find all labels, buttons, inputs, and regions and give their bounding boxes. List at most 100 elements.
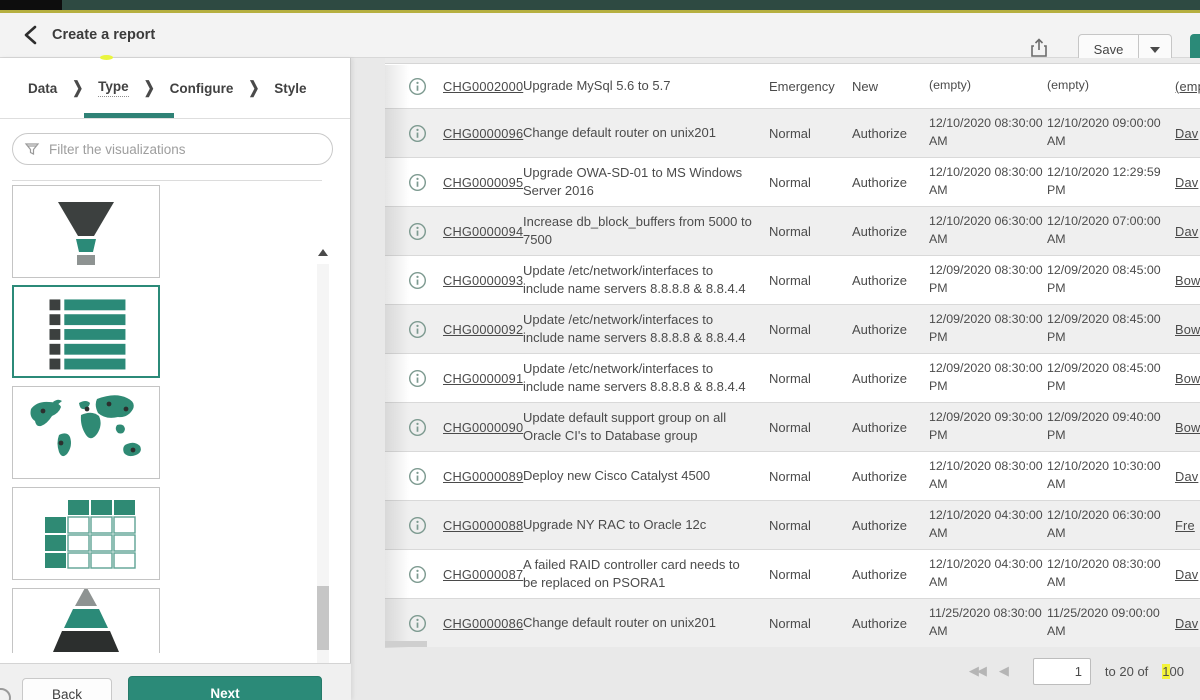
assigned-to-link[interactable]: (empty)	[1175, 79, 1200, 94]
chevron-down-icon	[1150, 47, 1160, 53]
step-configure[interactable]: Configure	[170, 81, 234, 96]
change-number-link[interactable]: CHG0000093	[443, 273, 523, 288]
state-cell: Authorize	[852, 158, 926, 206]
row-info-button[interactable]	[399, 599, 435, 647]
state-cell: Authorize	[852, 305, 926, 353]
change-number-link[interactable]: CHG0000087	[443, 567, 523, 582]
assigned-to-link[interactable]: Dav	[1175, 567, 1198, 582]
row-info-button[interactable]	[399, 403, 435, 451]
end-date-cell: 12/09/2020 08:45:00 PM	[1047, 354, 1163, 402]
viz-scrollbar-thumb[interactable]	[317, 586, 329, 650]
viz-card-funnel[interactable]	[12, 185, 160, 278]
back-arrow-icon[interactable]	[22, 25, 40, 45]
state-cell: Authorize	[852, 256, 926, 304]
assigned-to-link[interactable]: Bow	[1175, 322, 1200, 337]
end-date-cell: 12/09/2020 08:45:00 PM	[1047, 256, 1163, 304]
app-header: Create a report Save	[0, 13, 1200, 58]
end-date-cell: 12/10/2020 09:00:00 AM	[1047, 109, 1163, 157]
short-description-cell: Update /etc/network/interfaces to includ…	[523, 354, 755, 402]
assigned-to-link[interactable]: Dav	[1175, 175, 1198, 190]
state-cell: Authorize	[852, 403, 926, 451]
row-info-button[interactable]	[399, 501, 435, 549]
report-type-panel: Data ❯ Type ❯ Configure ❯ Style	[0, 58, 351, 700]
table-body: CHG0002000 Upgrade MySql 5.6 to 5.7 Emer…	[385, 64, 1200, 647]
active-step-underline	[84, 113, 174, 118]
help-icon-partial[interactable]	[0, 688, 11, 700]
start-date-cell: 12/09/2020 08:30:00 PM	[929, 305, 1045, 353]
viz-card-map[interactable]	[12, 386, 160, 479]
start-date-cell: 12/09/2020 08:30:00 PM	[929, 256, 1045, 304]
top-strip-black-segment	[0, 0, 62, 10]
change-number-link[interactable]: CHG0000092	[443, 322, 523, 337]
row-info-button[interactable]	[399, 109, 435, 157]
step-data[interactable]: Data	[28, 81, 57, 96]
change-number-link[interactable]: CHG0000088	[443, 518, 523, 533]
state-cell: New	[852, 64, 926, 108]
change-number-link[interactable]: CHG0000089	[443, 469, 523, 484]
end-date-cell: 11/25/2020 09:00:00 AM	[1047, 599, 1163, 647]
change-number-link[interactable]: CHG0000095	[443, 175, 523, 190]
state-cell: Authorize	[852, 354, 926, 402]
change-number-link[interactable]: CHG0000096	[443, 126, 523, 141]
assigned-to-link[interactable]: Dav	[1175, 224, 1198, 239]
end-date-cell: 12/10/2020 08:30:00 AM	[1047, 550, 1163, 598]
assigned-to-link[interactable]: Bow	[1175, 420, 1200, 435]
step-style[interactable]: Style	[274, 81, 306, 96]
previous-page-button[interactable]: ◀	[999, 663, 1009, 679]
share-icon[interactable]	[1028, 37, 1050, 59]
table-row: CHG0000088 Upgrade NY RAC to Oracle 12c …	[385, 500, 1200, 549]
priority-cell: Normal	[769, 207, 849, 255]
state-cell: Authorize	[852, 550, 926, 598]
info-icon	[408, 124, 427, 143]
page-number-input[interactable]	[1033, 658, 1091, 685]
priority-cell: Normal	[769, 550, 849, 598]
state-cell: Authorize	[852, 599, 926, 647]
start-date-cell: 12/10/2020 08:30:00 AM	[929, 452, 1045, 500]
assigned-to-link[interactable]: Dav	[1175, 469, 1198, 484]
row-info-button[interactable]	[399, 354, 435, 402]
chevron-right-icon: ❯	[248, 78, 259, 98]
info-icon	[408, 320, 427, 339]
row-info-button[interactable]	[399, 256, 435, 304]
assigned-to-link[interactable]: Bow	[1175, 273, 1200, 288]
row-info-button[interactable]	[399, 207, 435, 255]
table-row: CHG0000094 Increase db_block_buffers fro…	[385, 206, 1200, 255]
info-icon	[408, 614, 427, 633]
change-number-link[interactable]: CHG0000086	[443, 616, 523, 631]
filter-visualizations-input[interactable]	[12, 133, 333, 165]
assigned-to-link[interactable]: Dav	[1175, 616, 1198, 631]
browser-top-strip	[0, 0, 1200, 13]
short-description-cell: Update /etc/network/interfaces to includ…	[523, 256, 755, 304]
step-type[interactable]: Type	[98, 79, 129, 97]
row-info-button[interactable]	[399, 452, 435, 500]
assigned-to-link[interactable]: Fre	[1175, 518, 1195, 533]
table-row: CHG0000093 Update /etc/network/interface…	[385, 255, 1200, 304]
start-date-cell: 12/10/2020 08:30:00 AM	[929, 158, 1045, 206]
change-number-link[interactable]: CHG0002000	[443, 79, 523, 94]
viz-card-list[interactable]	[12, 285, 160, 378]
state-cell: Authorize	[852, 501, 926, 549]
change-number-link[interactable]: CHG0000091	[443, 371, 523, 386]
row-info-button[interactable]	[399, 158, 435, 206]
horizontal-scrollbar-remnant[interactable]	[385, 641, 427, 647]
assigned-to-link[interactable]: Dav	[1175, 126, 1198, 141]
change-number-link[interactable]: CHG0000094	[443, 224, 523, 239]
table-row: CHG0000095 Upgrade OWA-SD-01 to MS Windo…	[385, 157, 1200, 206]
viz-scroll-up-button[interactable]	[315, 245, 331, 259]
pagination-bar: ◀◀ ◀ to 20 of 100	[385, 655, 1184, 687]
row-info-button[interactable]	[399, 64, 435, 108]
info-icon	[408, 77, 427, 96]
first-page-button[interactable]: ◀◀	[969, 663, 985, 679]
assigned-to-link[interactable]: Bow	[1175, 371, 1200, 386]
back-button[interactable]: Back	[22, 678, 112, 700]
row-info-button[interactable]	[399, 550, 435, 598]
pyramid-chart-icon	[13, 588, 159, 653]
next-button[interactable]: Next	[128, 676, 322, 700]
table-row: CHG0000092 Update /etc/network/interface…	[385, 304, 1200, 353]
viz-card-pyramid[interactable]	[12, 588, 160, 653]
change-number-link[interactable]: CHG0000090	[443, 420, 523, 435]
short-description-cell: Upgrade OWA-SD-01 to MS Windows Server 2…	[523, 158, 755, 206]
chevron-right-icon: ❯	[144, 78, 155, 98]
viz-card-heatmap[interactable]	[12, 487, 160, 580]
row-info-button[interactable]	[399, 305, 435, 353]
